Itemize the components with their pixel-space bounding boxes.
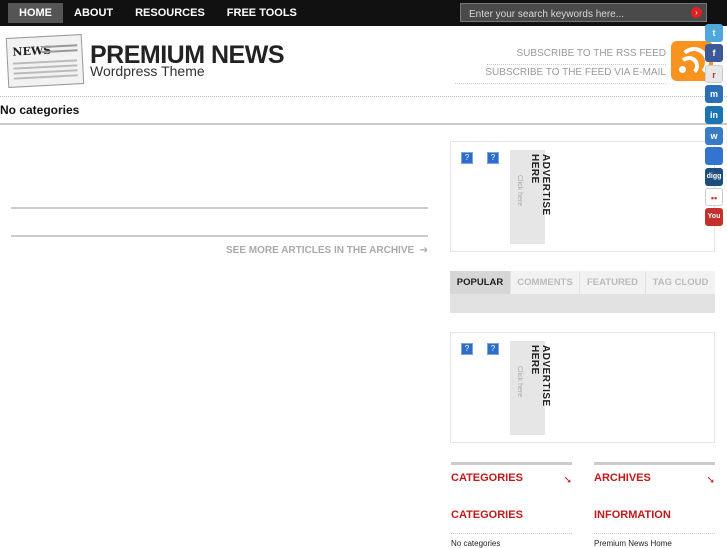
category-label: No categories [0, 103, 80, 117]
ad-placeholder-icon[interactable]: ? [487, 343, 499, 355]
categories-title: CATEGORIES [451, 509, 572, 534]
dropdown-arrow-icon: ➘ [563, 475, 572, 486]
facebook-icon[interactable]: f [705, 44, 723, 62]
advertise-sub: Click here [516, 366, 523, 398]
ad-placeholder-icon[interactable]: ? [461, 343, 473, 355]
categories-dropdown[interactable]: CATEGORIES ➘ [451, 462, 572, 486]
information-item[interactable]: Premium News Home [594, 539, 672, 548]
nav-resources[interactable]: RESOURCES [124, 3, 216, 23]
ad-placeholder-icon[interactable]: ? [487, 152, 499, 164]
advertise-sub: Click here [516, 175, 523, 207]
information-title: INFORMATION [594, 509, 715, 534]
youtube-icon[interactable]: You [705, 208, 723, 226]
archives-header: ARCHIVES [594, 472, 651, 484]
ad-box-top: ? ? ADVERTISE HERE Click here [450, 141, 715, 252]
tab-popular[interactable]: POPULAR [450, 271, 510, 294]
twitter-icon[interactable]: t [705, 24, 723, 42]
archive-link-label: SEE MORE ARTICLES IN THE ARCHIVE [226, 245, 415, 256]
advertise-banner[interactable]: ADVERTISE HERE Click here [510, 341, 551, 435]
linkedin-icon[interactable]: in [705, 106, 723, 124]
advertise-title: ADVERTISE HERE [529, 154, 551, 216]
nav-free-tools[interactable]: FREE TOOLS [216, 3, 308, 23]
advertise-title: ADVERTISE HERE [529, 345, 551, 407]
dropdown-arrow-icon: ➘ [706, 475, 715, 486]
subscribe-rss-link[interactable]: SUBSCRIBE TO THE RSS FEED [486, 48, 666, 65]
ad-box-bottom: ? ? ADVERTISE HERE Click here [450, 332, 715, 443]
archive-link[interactable]: SEE MORE ARTICLES IN THE ARCHIVE ➔ [226, 245, 428, 256]
nav-about[interactable]: ABOUT [63, 3, 124, 23]
windows-live-icon[interactable]: w [705, 127, 723, 145]
advertise-banner[interactable]: ADVERTISE HERE Click here [510, 150, 551, 244]
tab-comments[interactable]: COMMENTS [511, 271, 579, 294]
categories-item[interactable]: No categories [451, 539, 500, 548]
archives-dropdown[interactable]: ARCHIVES ➘ [594, 462, 715, 486]
arrow-right-icon: ➔ [416, 245, 429, 256]
delicious-icon[interactable] [705, 147, 723, 165]
top-navigation-bar: HOME ABOUT RESOURCES FREE TOOLS › [0, 0, 727, 26]
category-divider [0, 123, 727, 125]
ad-placeholder-icon[interactable]: ? [461, 152, 473, 164]
site-subtitle: Wordpress Theme [90, 63, 205, 79]
header-divider [0, 96, 727, 97]
newspaper-icon: NEWS [5, 34, 85, 88]
article-divider [11, 207, 428, 209]
search-box: › [460, 3, 707, 23]
subscribe-email-link[interactable]: SUBSCRIBE TO THE FEED VIA E-MAIL [455, 67, 666, 84]
sidebar-tabs: POPULAR COMMENTS FEATURED TAG CLOUD [450, 271, 715, 313]
myspace-icon[interactable]: m [705, 85, 723, 103]
logo-line [41, 49, 78, 54]
tab-featured[interactable]: FEATURED [580, 271, 645, 294]
site-logo[interactable]: NEWS [5, 34, 85, 88]
search-input[interactable] [461, 6, 689, 23]
tab-tag-cloud[interactable]: TAG CLOUD [646, 271, 715, 294]
digg-icon[interactable]: digg [705, 168, 723, 186]
categories-header: CATEGORIES [451, 472, 523, 484]
reddit-icon[interactable]: r [705, 65, 723, 83]
rss-dot [679, 66, 686, 73]
logo-line [41, 44, 78, 49]
article-divider [11, 235, 428, 237]
logo-line [13, 74, 78, 80]
flickr-icon[interactable]: •• [705, 188, 723, 206]
nav-home[interactable]: HOME [8, 3, 63, 23]
main-nav: HOME ABOUT RESOURCES FREE TOOLS [8, 3, 308, 23]
search-submit-icon[interactable]: › [691, 7, 702, 18]
